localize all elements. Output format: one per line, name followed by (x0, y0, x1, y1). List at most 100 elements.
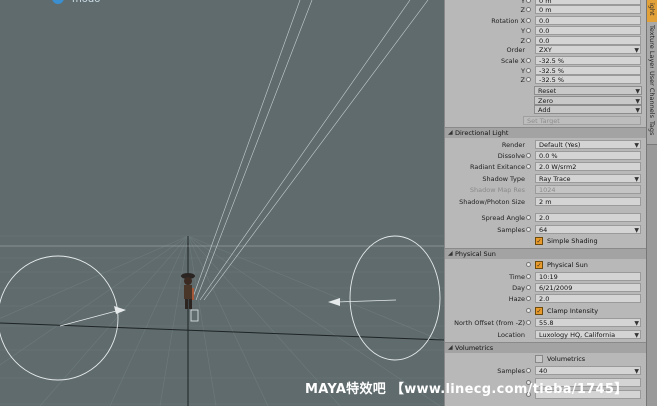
app-logo: modo (0, 0, 160, 8)
location-select[interactable]: Luxology HQ, California ▼ (535, 330, 641, 339)
keyframe-dot[interactable] (526, 68, 531, 73)
dropdown-arrow-icon: ▼ (634, 368, 639, 375)
samples-row: Samples 64 ▼ (497, 225, 641, 234)
rotation-y-row: Y 0.0 (445, 26, 647, 36)
order-select[interactable]: ZXY ▼ (535, 45, 641, 54)
volumetrics-samples-field[interactable]: 40 ▼ (535, 366, 641, 375)
collapse-triangle-icon: ◢ (448, 250, 453, 257)
keyframe-dot[interactable] (526, 274, 531, 279)
tab-light[interactable]: ight (647, 0, 657, 23)
position-z-field[interactable]: 0 m (535, 5, 641, 14)
spread-angle-row: Spread Angle 2.0 (445, 213, 647, 223)
simple-shading-row: ✓ Simple Shading (535, 237, 598, 245)
keyframe-dot[interactable] (526, 262, 531, 267)
day-field[interactable]: 6/21/2009 (535, 283, 641, 292)
rotation-x-row: Rotation X 0.0 (445, 16, 647, 26)
clamp-intensity-checkbox[interactable]: ✓ (535, 307, 543, 315)
scale-z-field[interactable]: -32.5 % (535, 75, 641, 84)
time-row: Time 10:19 (445, 272, 647, 282)
dropdown-arrow-icon: ▼ (635, 107, 640, 114)
samples-field[interactable]: 64 ▼ (535, 225, 641, 234)
viewport-scene (0, 0, 444, 406)
order-row: Order ZXY ▼ (506, 45, 641, 54)
shadow-type-select[interactable]: Ray Trace ▼ (535, 174, 641, 183)
shadow-photon-size-row: Shadow/Photon Size 2 m (445, 197, 647, 207)
simple-shading-checkbox[interactable]: ✓ (535, 237, 543, 245)
scale-z-row: Z -32.5 % (445, 75, 647, 85)
set-target-button[interactable]: Set Target (523, 116, 641, 125)
location-row: Location Luxology HQ, California ▼ (497, 330, 641, 339)
tab-user-channels[interactable]: User Channels (647, 68, 657, 119)
rotation-y-field[interactable]: 0.0 (535, 26, 641, 35)
volumetrics-toggle-row: Volumetrics (445, 354, 647, 364)
time-field[interactable]: 10:19 (535, 272, 641, 281)
render-row: Render Default (Yes) ▼ (501, 140, 641, 149)
zero-button[interactable]: Zero ▼ (534, 96, 642, 105)
dropdown-arrow-icon: ▼ (634, 142, 639, 149)
add-button[interactable]: Add ▼ (534, 105, 642, 114)
tab-tags[interactable]: Tags (647, 118, 657, 145)
keyframe-dot[interactable] (526, 308, 531, 313)
physical-sun-checkbox[interactable]: ✓ (535, 261, 543, 269)
scale-x-row: Scale X -32.5 % (445, 56, 647, 66)
watermark-text: MAYA特效吧 【www.linecg.com/tieba/1745】 (305, 382, 628, 397)
keyframe-dot[interactable] (526, 28, 531, 33)
keyframe-dot[interactable] (526, 38, 531, 43)
collapse-triangle-icon: ◢ (448, 344, 453, 351)
scale-y-field[interactable]: -32.5 % (535, 66, 641, 75)
dissolve-field[interactable]: 0.0 % (535, 151, 641, 160)
dropdown-arrow-icon: ▼ (634, 176, 639, 183)
volumetrics-samples-row: Samples 40 ▼ (497, 366, 641, 375)
keyframe-dot[interactable] (526, 0, 531, 3)
render-select[interactable]: Default (Yes) ▼ (535, 140, 641, 149)
rotation-z-field[interactable]: 0.0 (535, 36, 641, 45)
north-offset-field[interactable]: 55.8 ▼ (535, 318, 641, 327)
collapse-triangle-icon: ◢ (448, 129, 453, 136)
position-z-row: Z 0 m (445, 5, 647, 15)
keyframe-dot[interactable] (526, 7, 531, 12)
shadow-map-res-row: Shadow Map Res 1024 (445, 185, 647, 195)
dropdown-arrow-icon: ▼ (634, 332, 639, 339)
vertical-tab-strip: ight Texture Layers User Channels Tags (646, 0, 657, 406)
modo-logo: modo (52, 0, 100, 5)
spread-angle-field[interactable]: 2.0 (535, 213, 641, 222)
dropdown-arrow-icon: ▼ (634, 320, 639, 327)
shadow-map-res-field[interactable]: 1024 (535, 185, 641, 194)
rotation-x-field[interactable]: 0.0 (535, 16, 641, 25)
keyframe-dot[interactable] (526, 227, 531, 232)
properties-panel: Y 0 m Z 0 m Rotation X 0.0 Y 0.0 Z 0.0 O… (444, 0, 647, 406)
radiant-exitance-field[interactable]: 2.0 W/srm2 (535, 162, 641, 171)
radiant-exitance-row: Radiant Exitance 2.0 W/srm2 (445, 162, 647, 172)
keyframe-dot[interactable] (526, 296, 531, 301)
haze-field[interactable]: 2.0 (535, 294, 641, 303)
reset-button[interactable]: Reset ▼ (534, 86, 642, 95)
keyframe-dot[interactable] (526, 320, 531, 325)
dropdown-arrow-icon: ▼ (634, 47, 639, 54)
dropdown-arrow-icon: ▼ (635, 88, 640, 95)
shadow-type-row: Shadow Type Ray Trace ▼ (482, 174, 641, 183)
physical-sun-section[interactable]: ◢ Physical Sun (445, 248, 647, 259)
physical-sun-toggle-row: ✓ Physical Sun (445, 260, 647, 270)
keyframe-dot[interactable] (526, 153, 531, 158)
day-row: Day 6/21/2009 (445, 283, 647, 293)
keyframe-dot[interactable] (526, 164, 531, 169)
keyframe-dot[interactable] (526, 368, 531, 373)
north-offset-row: North Offset (from -Z) 55.8 ▼ (454, 318, 641, 327)
keyframe-dot[interactable] (526, 58, 531, 63)
keyframe-dot[interactable] (526, 18, 531, 23)
clamp-intensity-row: ✓ Clamp Intensity (445, 306, 647, 316)
shadow-photon-size-field[interactable]: 2 m (535, 197, 641, 206)
volumetrics-section[interactable]: ◢ Volumetrics (445, 342, 647, 353)
dropdown-arrow-icon: ▼ (634, 227, 639, 234)
dissolve-row: Dissolve 0.0 % (445, 151, 647, 161)
directional-light-section[interactable]: ◢ Directional Light (445, 127, 647, 138)
haze-row: Haze 2.0 (445, 294, 647, 304)
tab-texture-layers[interactable]: Texture Layers (647, 22, 657, 72)
3d-viewport[interactable]: modo (0, 0, 444, 406)
keyframe-dot[interactable] (526, 77, 531, 82)
scale-x-field[interactable]: -32.5 % (535, 56, 641, 65)
svg-text:modo: modo (72, 0, 100, 5)
keyframe-dot[interactable] (526, 215, 531, 220)
keyframe-dot[interactable] (526, 285, 531, 290)
volumetrics-checkbox[interactable] (535, 355, 543, 363)
